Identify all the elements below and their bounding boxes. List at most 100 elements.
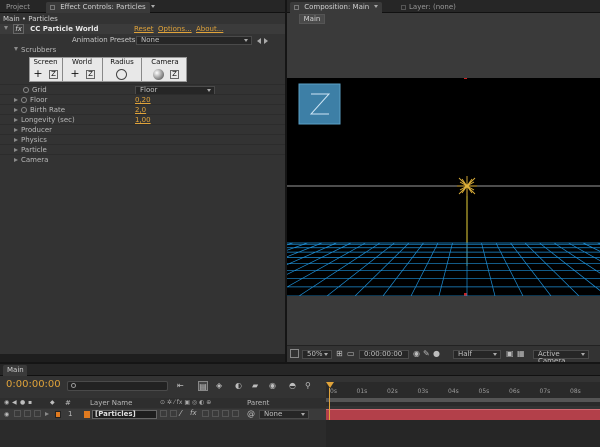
tab-effect-controls[interactable]: Effect Controls: Particles [46, 2, 155, 13]
current-time-indicator[interactable] [326, 382, 334, 388]
comp-toolbar: 50% ⊞ ▭ 0:00:00:00 ◉ ✎ ● Half ▣ ▦ Active… [287, 345, 600, 365]
mask-toggle-icon[interactable]: ▭ [347, 349, 355, 358]
effect-expand-icon[interactable] [4, 26, 8, 30]
layer-row-particles[interactable]: ◉ 1 [Particles] ⁄ fx @ None [0, 409, 326, 420]
eye-icon[interactable]: ◉ [4, 410, 9, 419]
fx-icon[interactable]: fx [13, 24, 24, 34]
physics-expand-icon[interactable] [14, 138, 18, 142]
birth-rate-expand-icon[interactable] [14, 108, 18, 112]
shy-switch-icon[interactable] [160, 410, 167, 417]
stopwatch-icon[interactable] [21, 97, 27, 103]
frame-blend-switch-icon[interactable] [202, 410, 209, 417]
timeline-tab-bar: Main [0, 364, 600, 376]
preset-next-icon[interactable] [264, 38, 268, 44]
particle-expand-icon[interactable] [14, 148, 18, 152]
frame-blending-icon[interactable]: ▰ [252, 381, 258, 390]
panel-menu-icon[interactable] [401, 5, 406, 10]
quality-switch-icon[interactable]: ⁄ [180, 409, 181, 418]
floor-expand-icon[interactable] [14, 98, 18, 102]
timeline-timecode[interactable]: 0:00:00:00 [6, 378, 61, 392]
show-snapshot-icon[interactable]: ✎ [423, 349, 430, 358]
parent-dropdown[interactable]: None [259, 410, 309, 419]
stopwatch-icon[interactable] [23, 87, 29, 93]
tab-menu-arrow-icon[interactable] [374, 5, 379, 8]
tab-project[interactable]: Project [2, 2, 34, 13]
camera-expand-icon[interactable] [14, 158, 18, 162]
snapshot-icon[interactable]: ◉ [413, 349, 420, 358]
scrubber-radius[interactable]: Radius [104, 58, 140, 81]
resolution-dropdown[interactable]: Half [453, 350, 501, 359]
ruler-label: 05s [478, 388, 490, 395]
move-xy-icon[interactable]: + [33, 68, 43, 79]
motion-blur-switch-icon[interactable] [212, 410, 219, 417]
tab-composition-main[interactable]: Composition: Main [290, 2, 382, 13]
draft-3d-icon[interactable]: ◈ [216, 381, 222, 390]
panel-menu-icon[interactable] [50, 5, 55, 10]
color-channels-icon[interactable]: ● [433, 349, 440, 358]
label-color-swatch[interactable] [55, 411, 61, 418]
safe-zones-icon[interactable]: ⊞ [336, 349, 343, 358]
comp-timecode[interactable]: 0:00:00:00 [359, 350, 409, 359]
layer-expand-icon[interactable] [45, 412, 49, 416]
always-preview-icon[interactable] [290, 349, 299, 358]
move-world-z-icon[interactable]: Z [86, 70, 95, 79]
presets-dropdown[interactable]: None [136, 36, 252, 45]
reset-link[interactable]: Reset [134, 24, 154, 34]
camera-group[interactable]: Camera [14, 155, 48, 165]
scrubbers-group[interactable]: Scrubbers [14, 45, 56, 55]
live-update-icon[interactable]: ▤ [198, 381, 208, 391]
tab-timeline-main[interactable]: Main [3, 365, 27, 376]
motion-blur-icon[interactable]: ◉ [269, 381, 276, 390]
move-z-icon[interactable]: Z [49, 70, 58, 79]
scrubber-camera[interactable]: Camera Z [143, 58, 187, 81]
scrubber-world[interactable]: World + Z [64, 58, 100, 81]
move-world-xy-icon[interactable]: + [70, 68, 80, 79]
effect-name: CC Particle World [30, 25, 99, 33]
adjustment-switch-icon[interactable] [222, 410, 229, 417]
tab-menu-arrow-icon[interactable] [150, 5, 155, 8]
tab-layer-none[interactable]: Layer: (none) [397, 2, 460, 13]
lock-toggle-icon[interactable] [34, 410, 41, 417]
solo-toggle-icon[interactable] [24, 410, 31, 417]
region-of-interest-icon[interactable]: ▣ [506, 349, 514, 358]
collapse-switch-icon[interactable] [170, 410, 177, 417]
work-area-bar[interactable] [326, 398, 600, 402]
z-logo [298, 83, 341, 125]
about-link[interactable]: About... [196, 24, 223, 34]
layer-name[interactable]: [Particles] [92, 410, 157, 419]
brainstorm-icon[interactable]: ⚲ [305, 381, 311, 390]
col-hash: # [65, 399, 71, 407]
layer-index: 1 [68, 410, 73, 418]
3d-switch-icon[interactable] [232, 410, 239, 417]
longevity-expand-icon[interactable] [14, 118, 18, 122]
preset-prev-icon[interactable] [257, 38, 261, 44]
audio-switch-icon: ◀ [12, 399, 17, 406]
timeline-search-input[interactable] [67, 381, 168, 391]
lock-icon: ▪ [28, 399, 33, 406]
scrubbers-expand-icon[interactable] [14, 47, 18, 51]
options-link[interactable]: Options... [158, 24, 192, 34]
camera-sphere-icon[interactable] [153, 69, 164, 80]
pick-whip-icon[interactable]: @ [247, 409, 255, 418]
time-ruler[interactable]: 0s01s02s03s04s05s06s07s08s09s [326, 382, 600, 406]
fx-switch-icon[interactable]: fx [190, 409, 197, 418]
col-parent: Parent [247, 399, 270, 407]
layer-duration-bar[interactable] [326, 409, 600, 420]
zoom-dropdown[interactable]: 50% [302, 350, 332, 359]
camera-z-icon[interactable]: Z [170, 70, 179, 79]
scrubber-screen[interactable]: Screen + Z [30, 58, 61, 81]
transparency-grid-icon[interactable]: ▦ [517, 349, 525, 358]
panel-menu-icon[interactable] [294, 5, 299, 10]
graph-editor-icon[interactable]: ◓ [289, 381, 296, 390]
producer-expand-icon[interactable] [14, 128, 18, 132]
comp-mini-flowchart-icon[interactable]: ⇤ [177, 381, 184, 390]
stopwatch-icon[interactable] [21, 107, 27, 113]
effect-controls-panel: Main • Particles fx CC Particle World Re… [0, 13, 285, 354]
ruler-label: 06s [509, 388, 520, 395]
audio-toggle-icon[interactable] [14, 410, 21, 417]
comp-viewer[interactable] [287, 78, 600, 296]
comp-subtab[interactable]: Main [299, 14, 325, 24]
hide-shy-icon[interactable]: ◐ [235, 381, 242, 390]
radius-circle-icon[interactable] [116, 69, 127, 80]
camera-view-dropdown[interactable]: Active Camera [533, 350, 589, 365]
